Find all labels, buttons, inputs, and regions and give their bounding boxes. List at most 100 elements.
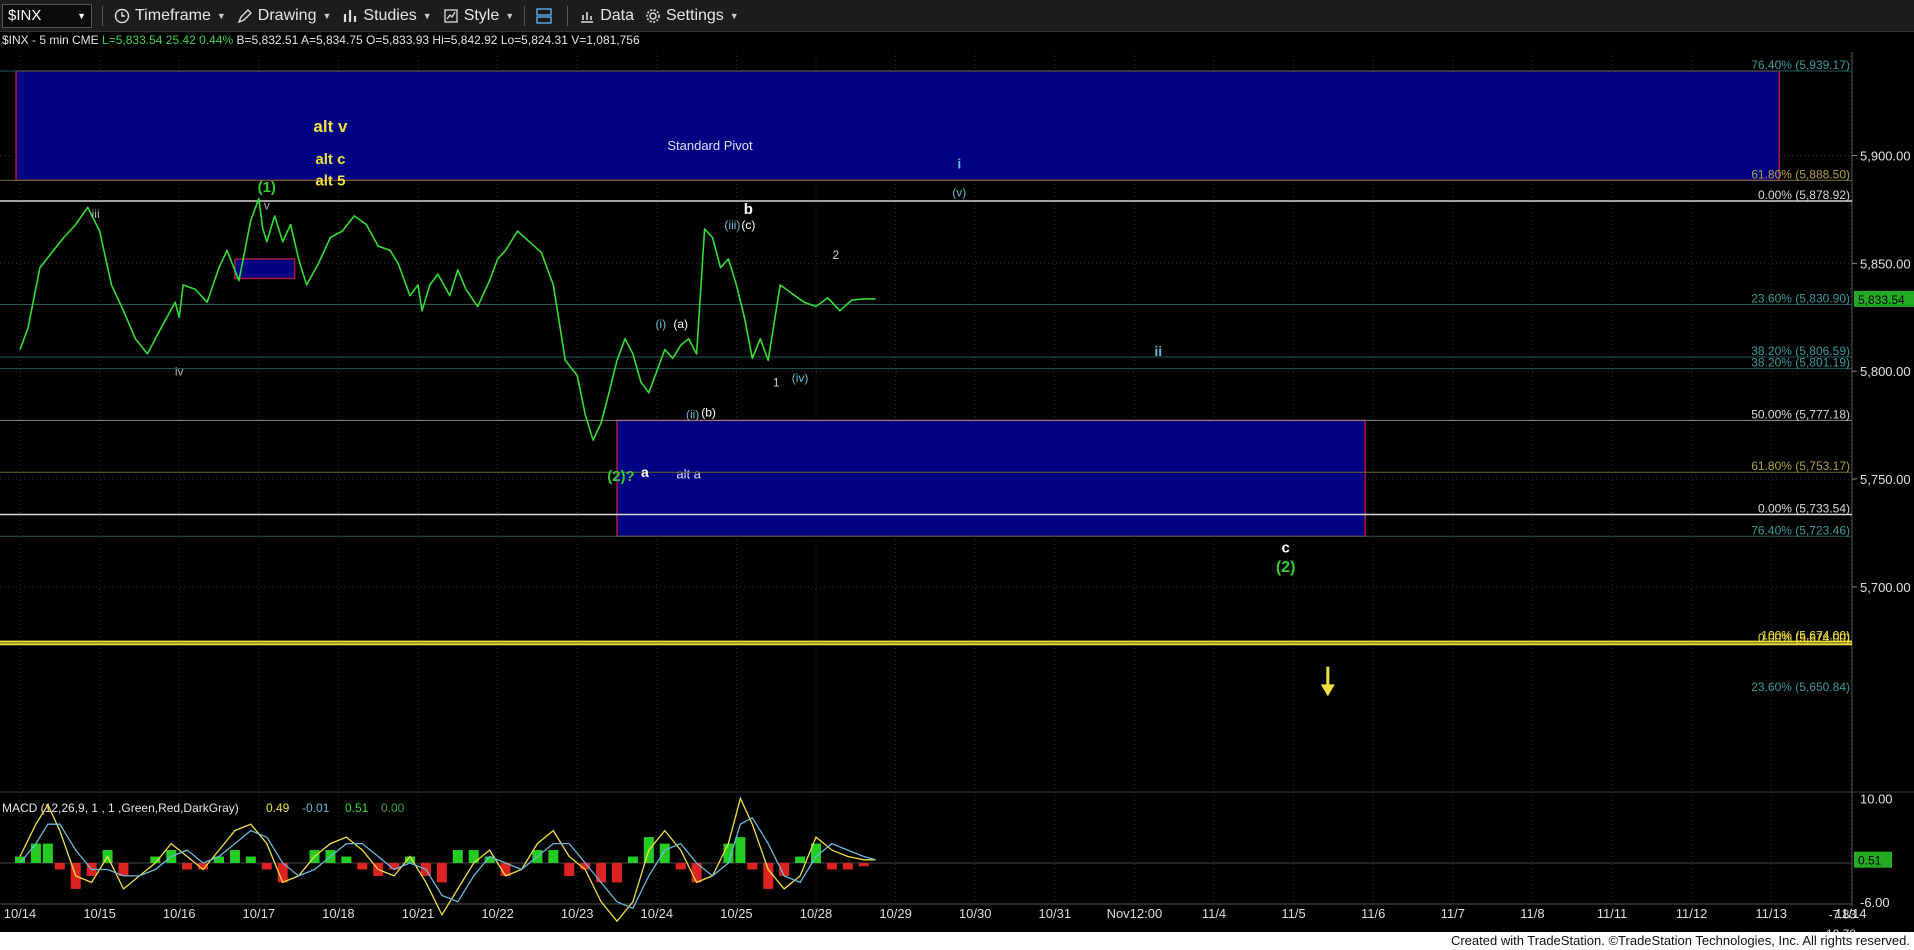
macd-histogram-bar bbox=[675, 863, 686, 870]
macd-histogram-bar bbox=[452, 850, 463, 863]
fib-level-label: 0.00% (5,733.54) bbox=[1758, 502, 1850, 516]
x-tick-label: 11/6 bbox=[1361, 906, 1385, 921]
macd-y-tick-label: 10.00 bbox=[1860, 791, 1893, 806]
wave-label: (2)? bbox=[607, 468, 635, 485]
macd-histogram-bar bbox=[245, 856, 256, 863]
wave-label: (c) bbox=[741, 218, 755, 232]
x-tick-label: 10/14 bbox=[4, 906, 37, 921]
fib-level-label: 23.60% (5,830.90) bbox=[1751, 292, 1850, 306]
footer-bar: Created with TradeStation. ©TradeStation… bbox=[0, 932, 1914, 950]
wave-label: iv bbox=[175, 365, 184, 379]
y-tick-label: 5,700.00 bbox=[1860, 580, 1911, 595]
macd-legend-value: 0.00 bbox=[381, 801, 405, 815]
macd-legend-value: 0.49 bbox=[266, 801, 290, 815]
macd-histogram-bar bbox=[858, 863, 869, 867]
y-tick-label: 5,900.00 bbox=[1860, 149, 1911, 164]
zone-label: Standard Pivot bbox=[667, 138, 753, 153]
zone-box bbox=[234, 258, 296, 280]
macd-histogram-bar bbox=[54, 863, 65, 870]
macd-histogram-bar bbox=[357, 863, 368, 870]
macd-histogram-bar bbox=[659, 843, 670, 863]
wave-label: (v) bbox=[952, 186, 966, 200]
macd-histogram-bar bbox=[842, 863, 853, 870]
macd-histogram-bar bbox=[596, 863, 607, 883]
macd-histogram-bar bbox=[735, 837, 746, 863]
x-tick-label: 11/7 bbox=[1441, 906, 1465, 921]
wave-label: 1 bbox=[773, 375, 780, 389]
macd-histogram-bar bbox=[826, 863, 837, 870]
x-tick-label: 10/17 bbox=[243, 906, 276, 921]
macd-right-label: -7.83 bbox=[1829, 908, 1857, 922]
x-tick-label: 10/16 bbox=[163, 906, 196, 921]
wave-label: ii bbox=[1154, 343, 1162, 359]
x-tick-label: 11/8 bbox=[1520, 906, 1544, 921]
zone-box bbox=[616, 419, 1366, 538]
x-tick-label: 11/12 bbox=[1676, 906, 1708, 921]
wave-label: i bbox=[957, 155, 961, 171]
macd-histogram-bar bbox=[612, 863, 622, 883]
macd-legend-value: -0.01 bbox=[302, 801, 330, 815]
wave-label: (i) bbox=[655, 317, 666, 331]
fib-level-label: 61.80% (5,753.17) bbox=[1751, 459, 1850, 473]
macd-y-tick-label: -6.00 bbox=[1860, 895, 1890, 910]
zone-label: alt a bbox=[676, 467, 701, 482]
wave-label: (ii) bbox=[686, 408, 699, 422]
macd-value-label: 0.51 bbox=[1858, 854, 1882, 868]
wave-label: alt c bbox=[315, 151, 345, 168]
fib-level-label: 38.20% (5,801.19) bbox=[1751, 356, 1850, 370]
wave-label: v bbox=[264, 198, 270, 212]
x-tick-label: 11/5 bbox=[1281, 906, 1305, 921]
macd-histogram-bar bbox=[627, 856, 638, 863]
wave-label: iii bbox=[92, 207, 100, 221]
wave-label: (b) bbox=[701, 405, 716, 419]
x-tick-label: 10/15 bbox=[83, 906, 116, 921]
x-tick-label: 10/28 bbox=[800, 906, 833, 921]
macd-histogram-bar bbox=[763, 863, 774, 889]
zone-box bbox=[15, 70, 1780, 182]
x-tick-label: 10/31 bbox=[1039, 906, 1072, 921]
macd-histogram-bar bbox=[564, 863, 575, 876]
y-tick-label: 5,750.00 bbox=[1860, 472, 1911, 487]
x-tick-label: 10/21 bbox=[402, 906, 435, 921]
y-tick-label: 5,850.00 bbox=[1860, 256, 1911, 271]
macd-histogram-bar bbox=[42, 843, 53, 863]
fib-level-label: 0.00% (5,878.92) bbox=[1758, 188, 1850, 202]
wave-label: (a) bbox=[673, 317, 688, 331]
price-chart[interactable]: 10/14 10/15 10/16 10/17 10/18 10/21 10/22 10/23… bbox=[0, 0, 1914, 932]
wave-label: a bbox=[641, 464, 649, 480]
x-tick-label: 10/24 bbox=[641, 906, 674, 921]
y-tick-label: 5,800.00 bbox=[1860, 364, 1911, 379]
macd-histogram-bar bbox=[795, 856, 806, 863]
macd-histogram-bar bbox=[468, 850, 479, 863]
macd-histogram-bar bbox=[436, 863, 447, 883]
macd-histogram-bar bbox=[747, 863, 758, 870]
macd-legend-value: 0.51 bbox=[345, 801, 369, 815]
x-tick-label: 11/11 bbox=[1597, 906, 1628, 921]
fib-level-label: 76.40% (5,939.17) bbox=[1751, 58, 1850, 72]
fib-level-label: 76.40% (5,723.46) bbox=[1751, 523, 1850, 537]
wave-label: (iii) bbox=[724, 218, 740, 232]
x-tick-label: 10/23 bbox=[561, 906, 594, 921]
macd-histogram-bar bbox=[182, 863, 193, 870]
wave-label: c bbox=[1281, 539, 1289, 556]
macd-histogram-bar bbox=[229, 850, 240, 863]
wave-label: (1) bbox=[258, 179, 276, 196]
x-tick-label: Nov12:00 bbox=[1107, 906, 1163, 921]
x-tick-label: 11/13 bbox=[1755, 906, 1787, 921]
fib-level-label: 0.00% (5,674.00) bbox=[1758, 631, 1850, 645]
fib-level-label: 23.60% (5,650.84) bbox=[1751, 680, 1850, 694]
x-tick-label: 10/18 bbox=[322, 906, 355, 921]
fib-level-label: 61.80% (5,888.50) bbox=[1751, 167, 1850, 181]
x-tick-label: 10/29 bbox=[879, 906, 912, 921]
wave-label: alt 5 bbox=[315, 173, 345, 190]
macd-histogram-bar bbox=[548, 850, 559, 863]
wave-label: 2 bbox=[833, 248, 840, 262]
wave-label: (iv) bbox=[792, 371, 809, 385]
macd-histogram-bar bbox=[341, 856, 352, 863]
macd-histogram-bar bbox=[30, 843, 41, 863]
x-tick-label: 10/22 bbox=[481, 906, 514, 921]
x-tick-label: 11/4 bbox=[1202, 906, 1226, 921]
last-price-label: 5,833.54 bbox=[1858, 293, 1905, 307]
copyright-text: Created with TradeStation. ©TradeStation… bbox=[1450, 933, 1910, 948]
x-tick-label: 10/25 bbox=[720, 906, 753, 921]
